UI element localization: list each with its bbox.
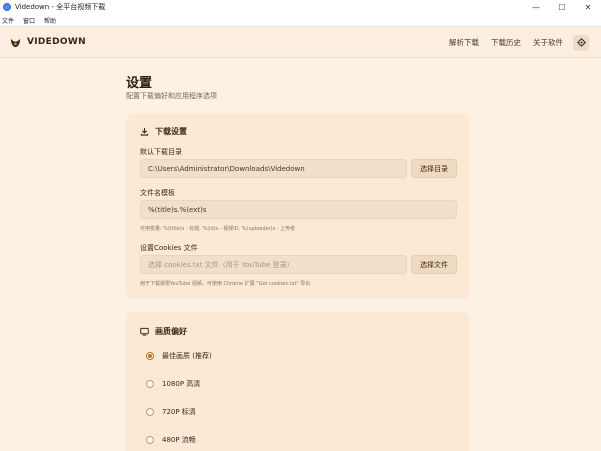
download-settings-card: 下载设置 默认下载目录 C:\Users\Administrator\Downl… bbox=[126, 113, 470, 299]
nav-parse-download[interactable]: 解析下载 bbox=[449, 37, 479, 48]
download-dir-input[interactable]: C:\Users\Administrator\Downloads\Videdow… bbox=[140, 159, 407, 178]
download-settings-header: 下载设置 bbox=[140, 126, 187, 137]
menu-help[interactable]: 帮助 bbox=[44, 16, 56, 25]
top-nav: 解析下载 下载历史 关于软件 bbox=[449, 27, 601, 58]
menu-window[interactable]: 窗口 bbox=[23, 16, 35, 25]
menu-file[interactable]: 文件 bbox=[2, 16, 14, 25]
settings-button[interactable] bbox=[573, 34, 589, 51]
filename-template-input[interactable]: %(title)s.%(ext)s bbox=[140, 200, 457, 219]
app-icon bbox=[3, 3, 11, 11]
cookies-hint: 用于下载受限YouTube 视频。可使用 Chrome 扩展 "Get cook… bbox=[140, 281, 311, 287]
download-dir-label: 默认下载目录 bbox=[140, 148, 182, 156]
quality-option-1080p[interactable]: 1080P 高清 bbox=[146, 379, 200, 389]
quality-card: 画质偏好 最佳画质 (推荐) 1080P 高清 720P 标清 480P 流畅 bbox=[126, 312, 470, 451]
gear-icon bbox=[576, 38, 586, 47]
quality-option-720p[interactable]: 720P 标清 bbox=[146, 407, 196, 417]
quality-option-label: 1080P 高清 bbox=[162, 380, 201, 388]
app-header: VIDEDOWN 解析下载 下载历史 关于软件 bbox=[0, 27, 601, 58]
logo-icon bbox=[10, 38, 21, 47]
choose-dir-button[interactable]: 选择目录 bbox=[411, 159, 457, 178]
maximize-button[interactable]: ☐ bbox=[549, 0, 575, 14]
radio-button[interactable] bbox=[146, 380, 154, 388]
radio-button[interactable] bbox=[146, 408, 154, 416]
quality-header: 画质偏好 bbox=[140, 326, 187, 337]
radio-button[interactable] bbox=[146, 436, 154, 444]
choose-file-button[interactable]: 选择文件 bbox=[411, 255, 457, 274]
cookies-file-input[interactable]: 选择 cookies.txt 文件（用于 YouTube 登录） bbox=[140, 255, 407, 274]
filename-template-label: 文件名模板 bbox=[140, 189, 175, 197]
filename-template-hint: 可用变量: %(title)s - 标题, %(id)s - 视频ID, %(u… bbox=[140, 226, 296, 232]
window-controls: — ☐ ✕ bbox=[523, 0, 601, 14]
quality-option-label: 最佳画质 (推荐) bbox=[162, 352, 212, 360]
minimize-button[interactable]: — bbox=[523, 0, 549, 14]
cookies-label: 设置Cookies 文件 bbox=[140, 244, 198, 252]
nav-download-history[interactable]: 下载历史 bbox=[491, 37, 521, 48]
brand-name: VIDEDOWN bbox=[27, 37, 86, 47]
page-title: 设置 bbox=[126, 76, 153, 91]
nav-about[interactable]: 关于软件 bbox=[533, 37, 563, 48]
download-icon bbox=[140, 127, 149, 136]
monitor-icon bbox=[140, 327, 149, 336]
quality-option-best[interactable]: 最佳画质 (推荐) bbox=[146, 351, 212, 361]
quality-option-label: 720P 标清 bbox=[162, 408, 196, 416]
close-button[interactable]: ✕ bbox=[575, 0, 601, 14]
quality-option-label: 480P 流畅 bbox=[162, 436, 196, 444]
quality-title: 画质偏好 bbox=[155, 327, 187, 336]
window-title: Videdown - 全平台视频下载 bbox=[15, 3, 106, 11]
window-titlebar: Videdown - 全平台视频下载 — ☐ ✕ bbox=[0, 0, 601, 14]
menubar: 文件 窗口 帮助 bbox=[0, 14, 601, 27]
download-settings-title: 下载设置 bbox=[155, 127, 187, 136]
quality-option-480p[interactable]: 480P 流畅 bbox=[146, 435, 196, 445]
radio-button[interactable] bbox=[146, 352, 154, 360]
page-subtitle: 配置下载偏好和应用程序选项 bbox=[126, 92, 217, 100]
